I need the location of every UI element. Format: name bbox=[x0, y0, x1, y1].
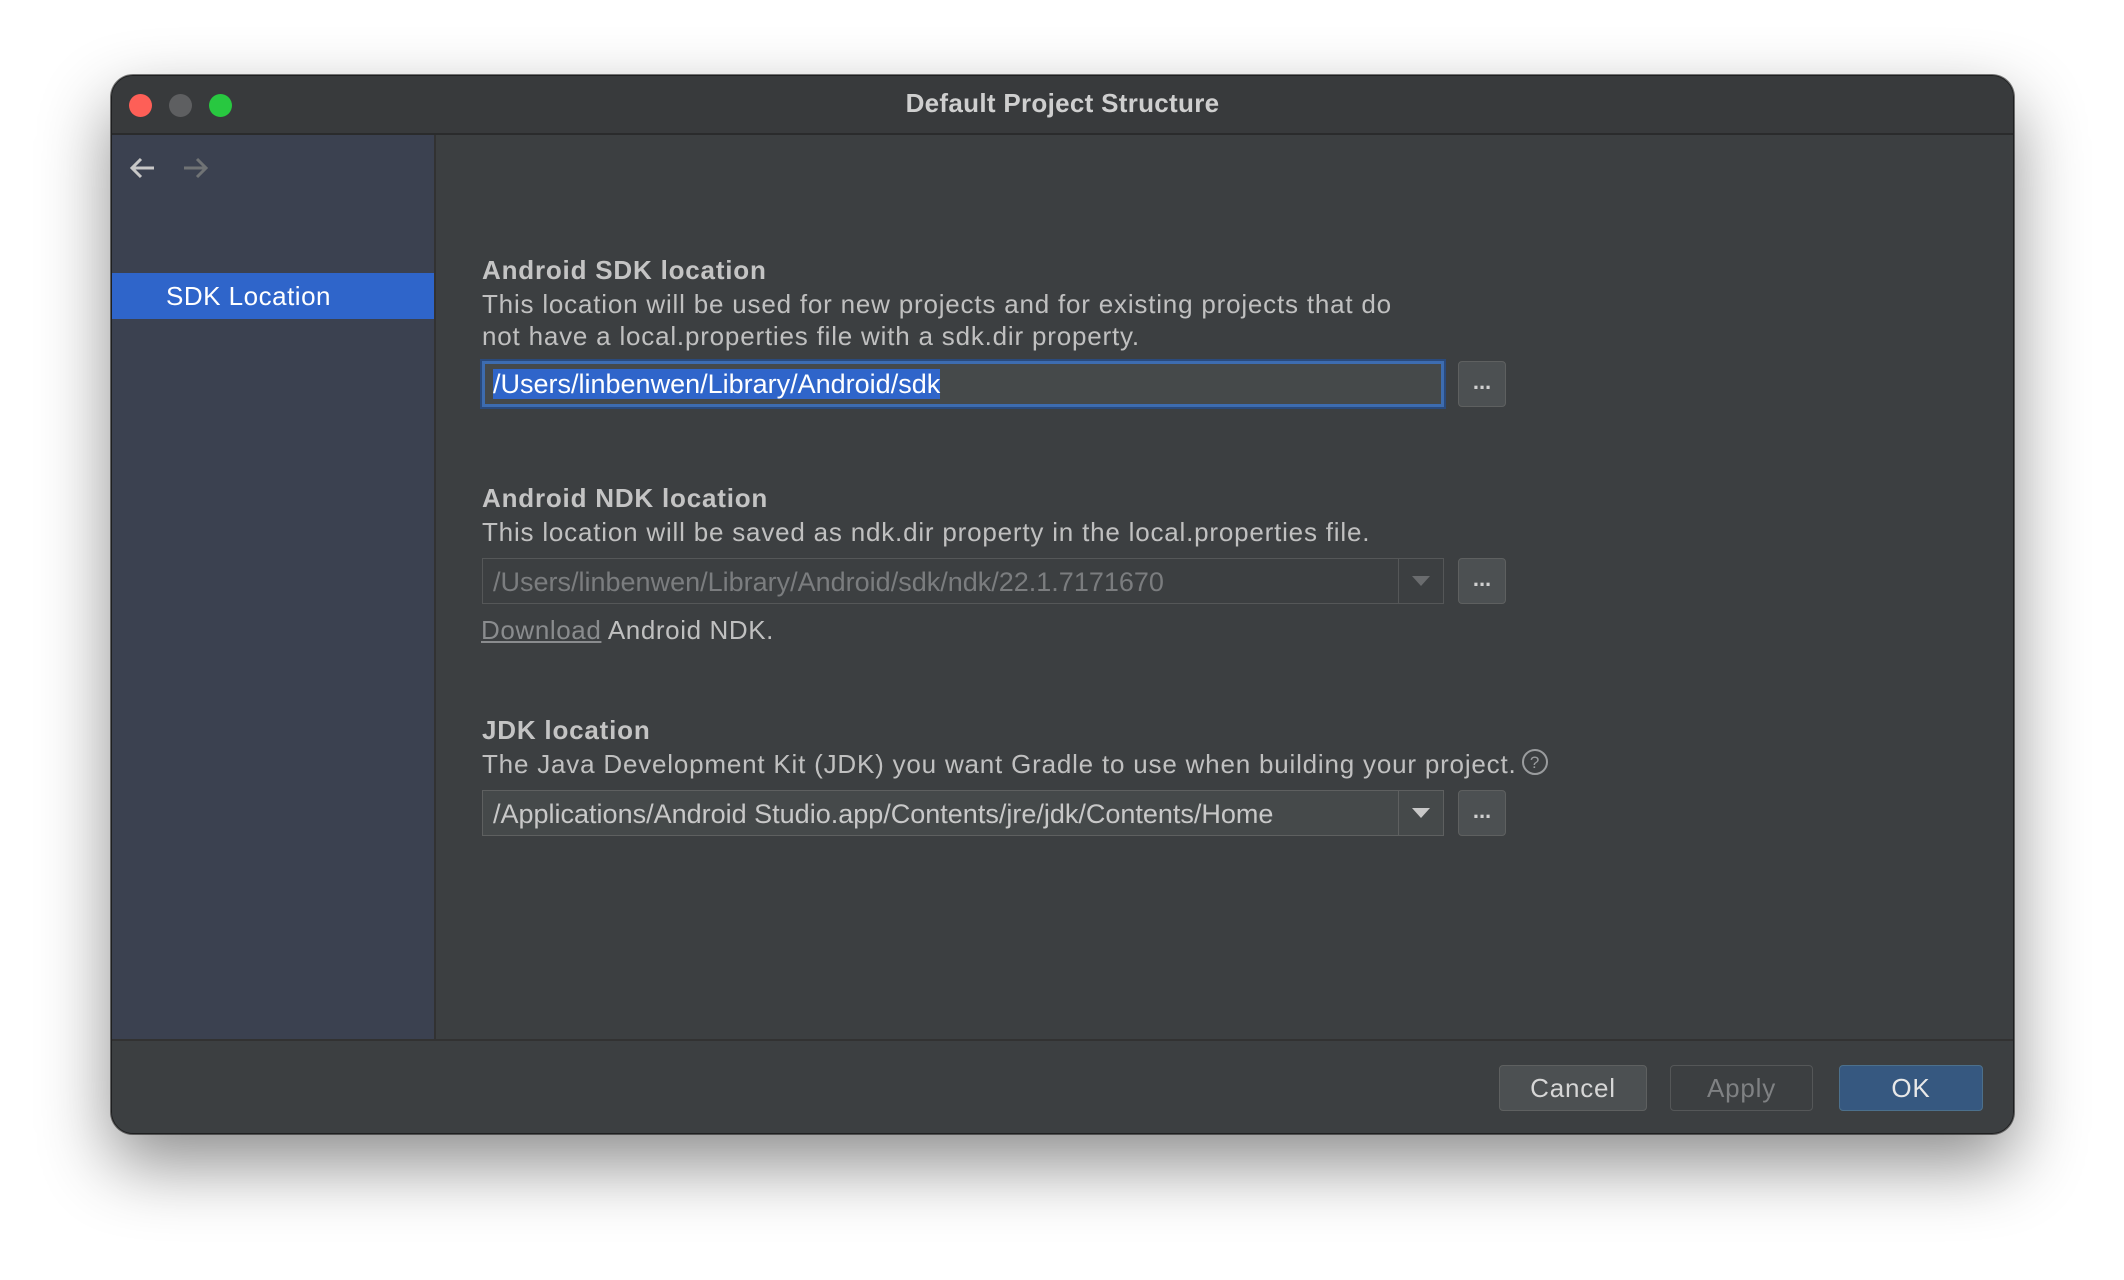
sidebar: SDK Location bbox=[112, 135, 436, 1039]
download-ndk-suffix: Android NDK. bbox=[601, 615, 774, 645]
dialog-footer: Cancel Apply OK bbox=[112, 1039, 2013, 1133]
sdk-browse-button[interactable]: ... bbox=[1458, 361, 1506, 407]
sidebar-item-label: SDK Location bbox=[166, 281, 331, 311]
ndk-location-combo[interactable]: /Users/linbenwen/Library/Android/sdk/ndk… bbox=[482, 558, 1444, 604]
ok-button[interactable]: OK bbox=[1839, 1065, 1983, 1111]
forward-arrow-icon[interactable] bbox=[178, 151, 212, 185]
jdk-browse-button[interactable]: ... bbox=[1458, 790, 1506, 836]
ndk-description: This location will be saved as ndk.dir p… bbox=[482, 517, 1371, 547]
ndk-download-row: Download Android NDK. bbox=[481, 615, 774, 646]
apply-button[interactable]: Apply bbox=[1670, 1065, 1813, 1111]
back-arrow-icon[interactable] bbox=[126, 151, 160, 185]
jdk-location-value: /Applications/Android Studio.app/Content… bbox=[493, 799, 1274, 829]
svg-text:?: ? bbox=[1529, 753, 1539, 772]
window-title: Default Project Structure bbox=[905, 88, 1220, 118]
ndk-location-value: /Users/linbenwen/Library/Android/sdk/ndk… bbox=[493, 567, 1164, 597]
jdk-heading: JDK location bbox=[482, 715, 651, 745]
title-bar: Default Project Structure bbox=[112, 76, 2013, 135]
help-icon[interactable]: ? bbox=[1521, 748, 1549, 783]
ndk-heading: Android NDK location bbox=[482, 483, 769, 513]
sdk-description: This location will be used for new proje… bbox=[482, 289, 1392, 351]
chevron-down-icon[interactable] bbox=[1398, 791, 1443, 835]
download-ndk-link[interactable]: Download bbox=[481, 615, 601, 645]
sdk-location-input[interactable]: /Users/linbenwen/Library/Android/sdk bbox=[482, 361, 1444, 407]
sdk-location-value: /Users/linbenwen/Library/Android/sdk bbox=[493, 369, 941, 399]
jdk-description: The Java Development Kit (JDK) you want … bbox=[482, 749, 1517, 779]
jdk-location-combo[interactable]: /Applications/Android Studio.app/Content… bbox=[482, 790, 1444, 836]
cancel-button[interactable]: Cancel bbox=[1499, 1065, 1647, 1111]
settings-panel: Android SDK location This location will … bbox=[436, 135, 2013, 1039]
ndk-browse-button[interactable]: ... bbox=[1458, 558, 1506, 604]
dialog-window: Default Project Structure SDK Location A… bbox=[111, 75, 2014, 1134]
sidebar-item-sdk-location[interactable]: SDK Location bbox=[112, 273, 434, 319]
chevron-down-icon[interactable] bbox=[1398, 559, 1443, 603]
sdk-heading: Android SDK location bbox=[482, 255, 767, 285]
jdk-description-row: The Java Development Kit (JDK) you want … bbox=[482, 748, 1549, 783]
